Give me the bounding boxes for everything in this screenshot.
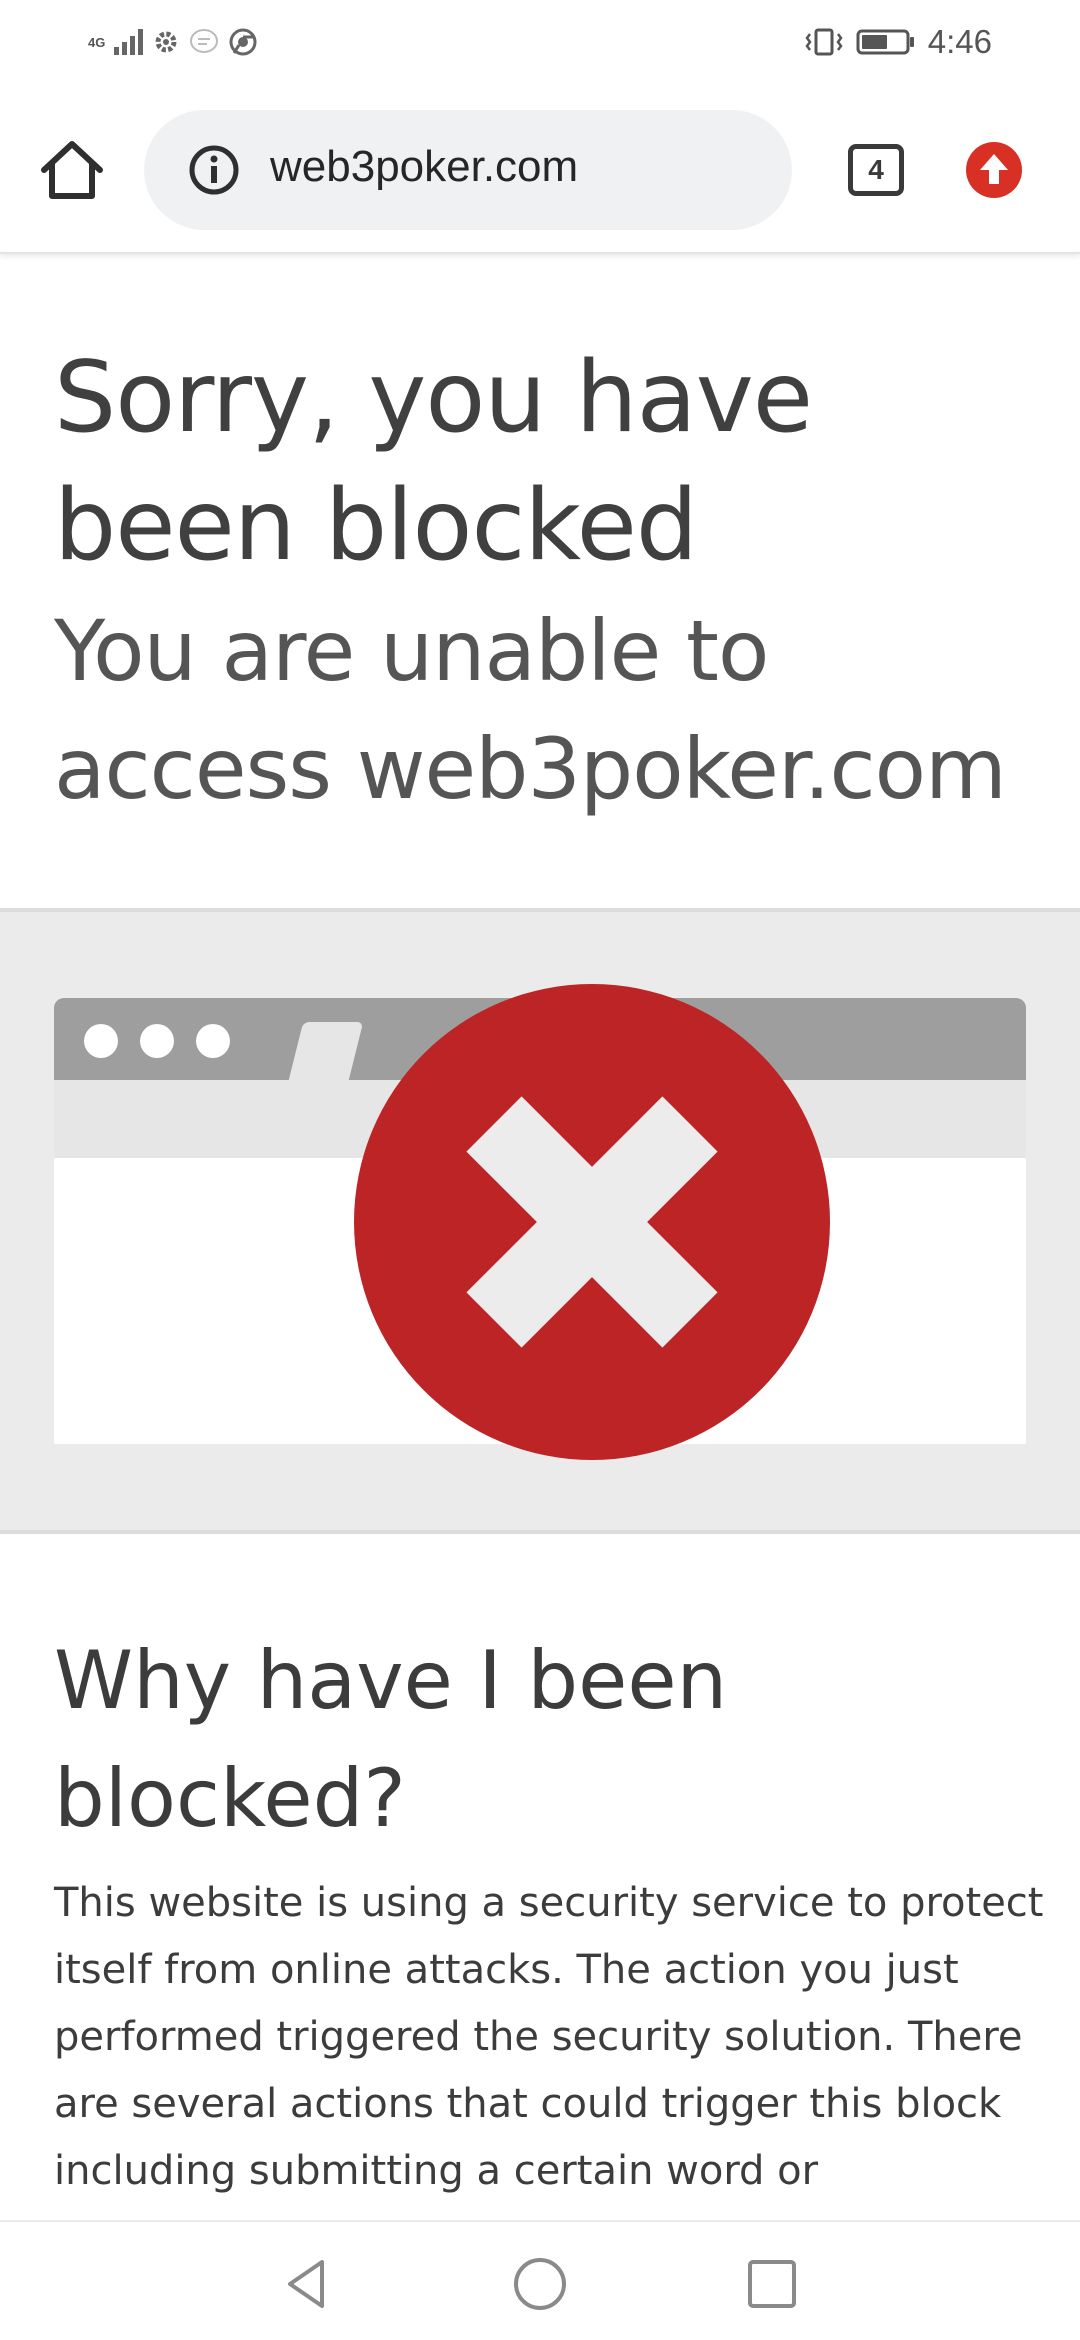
status-left: 4G bbox=[88, 20, 257, 64]
network-type: 4G bbox=[88, 34, 106, 50]
recents-icon[interactable] bbox=[742, 2254, 802, 2314]
window-dot-icon bbox=[196, 1024, 230, 1058]
message-icon bbox=[190, 29, 218, 53]
info-icon[interactable] bbox=[188, 144, 240, 196]
url-bar[interactable]: web3poker.com bbox=[144, 110, 792, 230]
window-dot-icon bbox=[140, 1024, 174, 1058]
window-dot-icon bbox=[84, 1024, 118, 1058]
chrome-icon bbox=[229, 28, 257, 56]
x-glyph bbox=[466, 1096, 718, 1348]
page-title: Sorry, you have been blocked bbox=[54, 341, 813, 583]
why-blocked-heading: Why have I been blocked? bbox=[54, 1634, 728, 1845]
clock: 4:46 bbox=[927, 23, 992, 60]
signal-icon bbox=[114, 29, 143, 55]
status-right: 4:46 bbox=[804, 20, 992, 64]
update-arrow-glyph bbox=[980, 154, 1008, 184]
why-blocked-text: This website is using a security service… bbox=[54, 1880, 1044, 2194]
back-icon[interactable] bbox=[278, 2254, 338, 2314]
blocked-x-icon bbox=[354, 984, 830, 1460]
window-tab bbox=[288, 1022, 364, 1080]
battery-icon bbox=[856, 29, 914, 55]
settings-icon bbox=[155, 31, 177, 53]
screen: 4G 4:46 web3poker.com 4 Sorry, you have … bbox=[0, 0, 1080, 2340]
browser-window-graphic bbox=[54, 984, 1026, 1460]
tab-switcher-button[interactable]: 4 bbox=[848, 144, 904, 196]
home-circle-icon[interactable] bbox=[510, 2254, 570, 2314]
home-icon[interactable] bbox=[36, 138, 108, 202]
url-text[interactable]: web3poker.com bbox=[270, 142, 578, 192]
navigation-bar bbox=[0, 2220, 1080, 2340]
status-bar: 4G 4:46 bbox=[0, 0, 1080, 84]
vibrate-icon bbox=[805, 28, 843, 56]
blocked-illustration bbox=[0, 908, 1080, 1534]
browser-toolbar: web3poker.com 4 bbox=[0, 84, 1080, 254]
page-subtitle: You are unable to access web3poker.com bbox=[54, 602, 1007, 818]
update-arrow-icon[interactable] bbox=[966, 142, 1022, 198]
